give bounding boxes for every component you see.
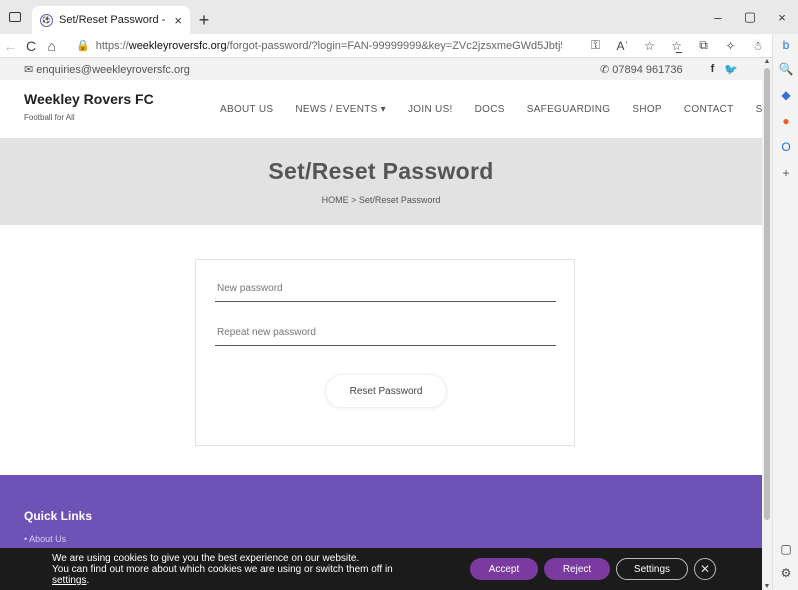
key-icon[interactable]: ⚿ — [582, 38, 609, 53]
cookie-banner: We are using cookies to give you the bes… — [0, 548, 762, 590]
main-menu: ABOUT US NEWS / EVENTS ▾ JOIN US! DOCS SAFEG… — [220, 80, 762, 138]
tab-actions-icon — [9, 12, 21, 22]
cookie-settings-link[interactable]: settings — [52, 575, 86, 586]
browser-tab-bar: ⚽ Set/Reset Password - Weekley Ro × + – … — [0, 0, 798, 34]
settings-icon[interactable]: ⚙ — [773, 566, 798, 580]
reset-password-button[interactable]: Reset Password — [325, 374, 447, 408]
profile-icon[interactable]: ☃ — [744, 39, 771, 53]
quick-links-heading: Quick Links — [24, 509, 93, 523]
extensions-icon[interactable]: ✧ — [717, 39, 744, 53]
tab-actions-button[interactable] — [0, 0, 30, 34]
page-title-band: Set/Reset Password HOME > Set/Reset Pass… — [0, 138, 762, 225]
menu-item-5[interactable]: SHOP — [632, 104, 662, 115]
office-icon[interactable]: ● — [773, 114, 798, 128]
maximize-button[interactable]: ▢ — [734, 0, 766, 34]
reset-password-form: Reset Password — [195, 259, 575, 446]
read-aloud-icon[interactable]: Aʾ — [609, 39, 636, 53]
new-tab-button[interactable]: + — [190, 6, 218, 34]
bing-icon[interactable]: b — [773, 38, 798, 52]
minimize-button[interactable]: – — [702, 0, 734, 34]
search-icon[interactable]: 🔍 — [773, 62, 798, 76]
tab-close-icon[interactable]: × — [174, 13, 182, 28]
cookie-message-line1: We are using cookies to give you the bes… — [52, 553, 360, 564]
add-icon[interactable]: + — [773, 166, 798, 180]
page-viewport: ✉ enquiries@weekleyroversfc.org ✆ 07894 … — [0, 58, 762, 590]
cookie-accept-button[interactable]: Accept — [470, 558, 538, 580]
breadcrumb[interactable]: HOME > Set/Reset Password — [0, 195, 762, 205]
menu-item-1[interactable]: NEWS / EVENTS ▾ — [295, 104, 386, 115]
outlook-icon[interactable]: O — [773, 140, 798, 154]
favorite-icon[interactable]: ☆ — [636, 39, 663, 53]
footer-link-about-us[interactable]: • About Us — [24, 534, 66, 544]
contact-strip: ✉ enquiries@weekleyroversfc.org ✆ 07894 … — [0, 58, 762, 80]
scroll-down-icon[interactable]: ▼ — [762, 583, 772, 590]
url-field[interactable]: 🔒 https://weekleyroversfc.org/forgot-pas… — [62, 35, 562, 57]
site-brand[interactable]: Weekley Rovers FC Football for All — [24, 91, 154, 122]
edge-sidebar: b 🔍 ◆ ● O + ▢ ⚙ — [772, 34, 798, 590]
phone-link[interactable]: ✆ 07894 961736 — [600, 63, 683, 76]
site-name[interactable]: Weekley Rovers FC — [24, 91, 154, 107]
collections-icon[interactable]: ⧉ — [690, 38, 717, 53]
cookie-settings-button[interactable]: Settings — [616, 558, 688, 580]
main-content: Reset Password — [0, 225, 762, 475]
home-button[interactable]: ⌂ — [41, 34, 62, 58]
favorites-list-icon[interactable]: ☆̲ — [663, 39, 690, 53]
cookie-reject-button[interactable]: Reject — [544, 558, 610, 580]
twitter-icon[interactable]: 🐦 — [724, 63, 738, 76]
cookie-message: We are using cookies to give you the bes… — [52, 553, 393, 586]
site-tagline: Football for All — [24, 113, 75, 122]
refresh-button[interactable]: C — [21, 34, 42, 58]
browser-tab[interactable]: ⚽ Set/Reset Password - Weekley Ro × — [32, 6, 190, 34]
scroll-up-icon[interactable]: ▲ — [762, 58, 772, 65]
shopping-icon[interactable]: ◆ — [773, 88, 798, 102]
url-text[interactable]: https://weekleyroversfc.org/forgot-passw… — [96, 40, 562, 52]
site-favicon-icon: ⚽ — [40, 13, 53, 27]
cookie-message-line2: You can find out more about which cookie… — [52, 564, 393, 575]
sidebar-toggle-icon[interactable]: ▢ — [773, 542, 798, 556]
browser-toolbar-icons: ⚿Aʾ☆☆̲⧉✧☃··· — [582, 38, 798, 53]
address-bar: ← C ⌂ 🔒 https://weekleyroversfc.org/forg… — [0, 34, 798, 58]
close-window-button[interactable]: × — [766, 0, 798, 34]
lock-icon[interactable]: 🔒 — [76, 39, 90, 52]
facebook-icon[interactable]: f — [711, 63, 715, 75]
new-password-field-wrap — [215, 276, 556, 302]
repeat-password-field-wrap — [215, 320, 556, 346]
site-header: Weekley Rovers FC Football for All ABOUT… — [0, 80, 762, 138]
back-button[interactable]: ← — [0, 34, 21, 58]
page-scrollbar[interactable]: ▲ ▼ — [762, 58, 772, 590]
window-controls: – ▢ × — [702, 0, 798, 34]
cookie-close-icon[interactable]: ✕ — [694, 558, 716, 580]
page-title: Set/Reset Password — [268, 158, 494, 184]
menu-item-2[interactable]: JOIN US! — [408, 104, 453, 115]
tab-title: Set/Reset Password - Weekley Ro — [59, 14, 168, 26]
menu-item-0[interactable]: ABOUT US — [220, 104, 273, 115]
repeat-password-input[interactable] — [215, 320, 556, 345]
menu-item-3[interactable]: DOCS — [475, 104, 505, 115]
menu-item-4[interactable]: SAFEGUARDING — [527, 104, 611, 115]
menu-item-6[interactable]: CONTACT — [684, 104, 734, 115]
scrollbar-thumb[interactable] — [764, 68, 770, 520]
email-link[interactable]: ✉ enquiries@weekleyroversfc.org — [24, 63, 600, 76]
new-password-input[interactable] — [215, 276, 556, 301]
